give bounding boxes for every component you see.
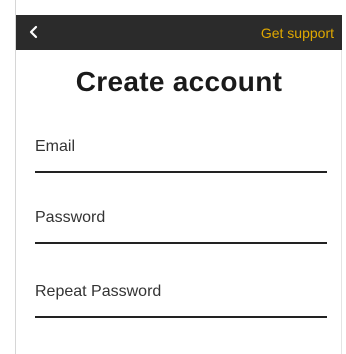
left-border <box>15 0 16 354</box>
repeat-password-field[interactable]: Repeat Password <box>35 282 327 322</box>
back-button[interactable] <box>25 20 43 44</box>
chevron-left-icon <box>25 20 43 44</box>
password-field[interactable]: Password <box>35 208 327 248</box>
top-bar: Get support <box>16 15 342 50</box>
create-account-screen: Get support Create account Email Passwor… <box>0 0 346 354</box>
email-field[interactable]: Email <box>35 137 327 177</box>
repeat-password-underline <box>35 316 327 318</box>
repeat-password-input[interactable] <box>35 282 327 312</box>
password-input[interactable] <box>35 208 327 238</box>
email-underline <box>35 171 327 173</box>
page-title: Create account <box>75 66 283 97</box>
get-support-link[interactable]: Get support <box>261 25 334 41</box>
email-input[interactable] <box>35 137 327 167</box>
password-underline <box>35 242 327 244</box>
